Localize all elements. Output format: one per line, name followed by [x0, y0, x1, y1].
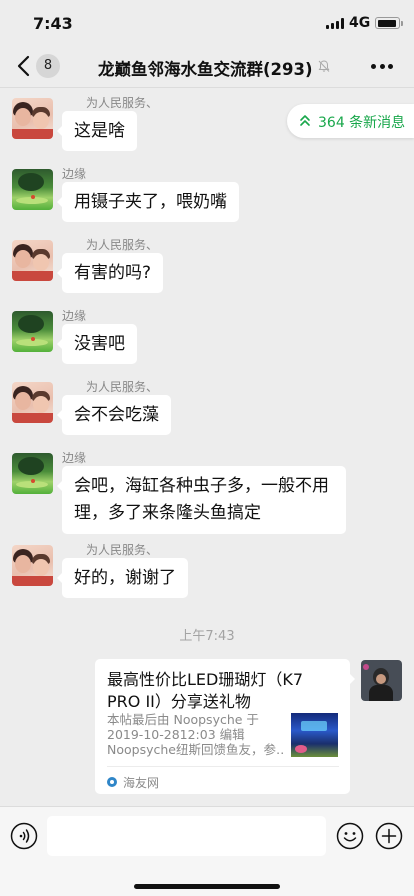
- network-type: 4G: [349, 15, 371, 31]
- sender-name: 为人民服务、: [86, 380, 159, 394]
- more-options-icon[interactable]: [371, 64, 393, 70]
- mute-bell-icon: [318, 60, 330, 72]
- message-bubble[interactable]: 有害的吗?: [56, 253, 164, 293]
- status-bar: 7:43 4G: [0, 0, 414, 44]
- link-card-title: 最高性价比LED珊瑚灯（K7 PRO II）分享送礼物: [107, 670, 304, 711]
- self-avatar[interactable]: [361, 660, 402, 701]
- battery-tip: [401, 21, 403, 26]
- message-bubble[interactable]: 用镊子夹了，喂奶嘴: [57, 182, 239, 222]
- battery-icon: [375, 17, 400, 29]
- chat-title: 龙巅鱼邻海水鱼交流群(293): [98, 60, 313, 79]
- sender-avatar[interactable]: [12, 169, 53, 210]
- back-icon[interactable]: [14, 54, 36, 78]
- source-app-icon: [107, 777, 117, 787]
- double-chevron-up-icon: [300, 115, 310, 126]
- sender-name: 边缘: [62, 451, 87, 465]
- status-time: 7:43: [33, 14, 73, 33]
- link-card-desc-line: Noopsyche纽斯回馈鱼友，参…: [107, 742, 285, 757]
- message-bubble[interactable]: 会不会吃藻: [57, 395, 171, 435]
- message-bubble[interactable]: 没害吧: [57, 324, 137, 364]
- message-timestamp: 上午7:43: [179, 629, 235, 644]
- chat-nav-bar: 8 龙巅鱼邻海水鱼交流群(293): [0, 44, 414, 88]
- new-messages-pill[interactable]: 364 条新消息: [287, 104, 414, 138]
- sender-avatar[interactable]: [12, 453, 53, 494]
- link-card-desc-line: 2019-10-2812:03 编辑: [107, 727, 245, 742]
- link-card-source: 海友网: [123, 776, 160, 790]
- link-card-divider: [107, 766, 339, 767]
- unread-count-badge[interactable]: 8: [36, 54, 60, 78]
- sender-name: 边缘: [62, 309, 87, 323]
- sender-avatar[interactable]: [12, 382, 53, 423]
- home-indicator: [134, 884, 280, 889]
- emoji-icon[interactable]: [336, 822, 364, 850]
- new-messages-count: 364 条新消息: [318, 115, 406, 131]
- sender-avatar[interactable]: [12, 545, 53, 586]
- shared-link-card[interactable]: 最高性价比LED珊瑚灯（K7 PRO II）分享送礼物 本帖最后由 Noopsy…: [95, 659, 355, 794]
- message-input[interactable]: [47, 816, 326, 856]
- sender-name: 为人民服务、: [86, 96, 159, 110]
- message-bubble[interactable]: 这是啥: [57, 111, 137, 151]
- signal-icon: [326, 18, 344, 29]
- link-card-thumbnail: [291, 713, 338, 757]
- link-card-description: 本帖最后由 Noopsyche 于 2019-10-2812:03 编辑 Noo…: [107, 712, 285, 757]
- sender-avatar[interactable]: [12, 98, 53, 139]
- message-bubble[interactable]: 好的，谢谢了: [57, 558, 188, 598]
- sender-name: 为人民服务、: [86, 543, 159, 557]
- sender-avatar[interactable]: [12, 311, 53, 352]
- voice-input-icon[interactable]: [10, 822, 38, 850]
- message-bubble[interactable]: 会吧，海缸各种虫子多，一般不用理，多了来条隆头鱼搞定: [57, 466, 346, 534]
- chat-input-bar: [0, 806, 414, 896]
- plus-icon[interactable]: [375, 822, 403, 850]
- sender-name: 为人民服务、: [86, 238, 159, 252]
- sender-avatar[interactable]: [12, 240, 53, 281]
- sender-name: 边缘: [62, 167, 87, 181]
- link-card-desc-line: 本帖最后由 Noopsyche 于: [107, 712, 259, 727]
